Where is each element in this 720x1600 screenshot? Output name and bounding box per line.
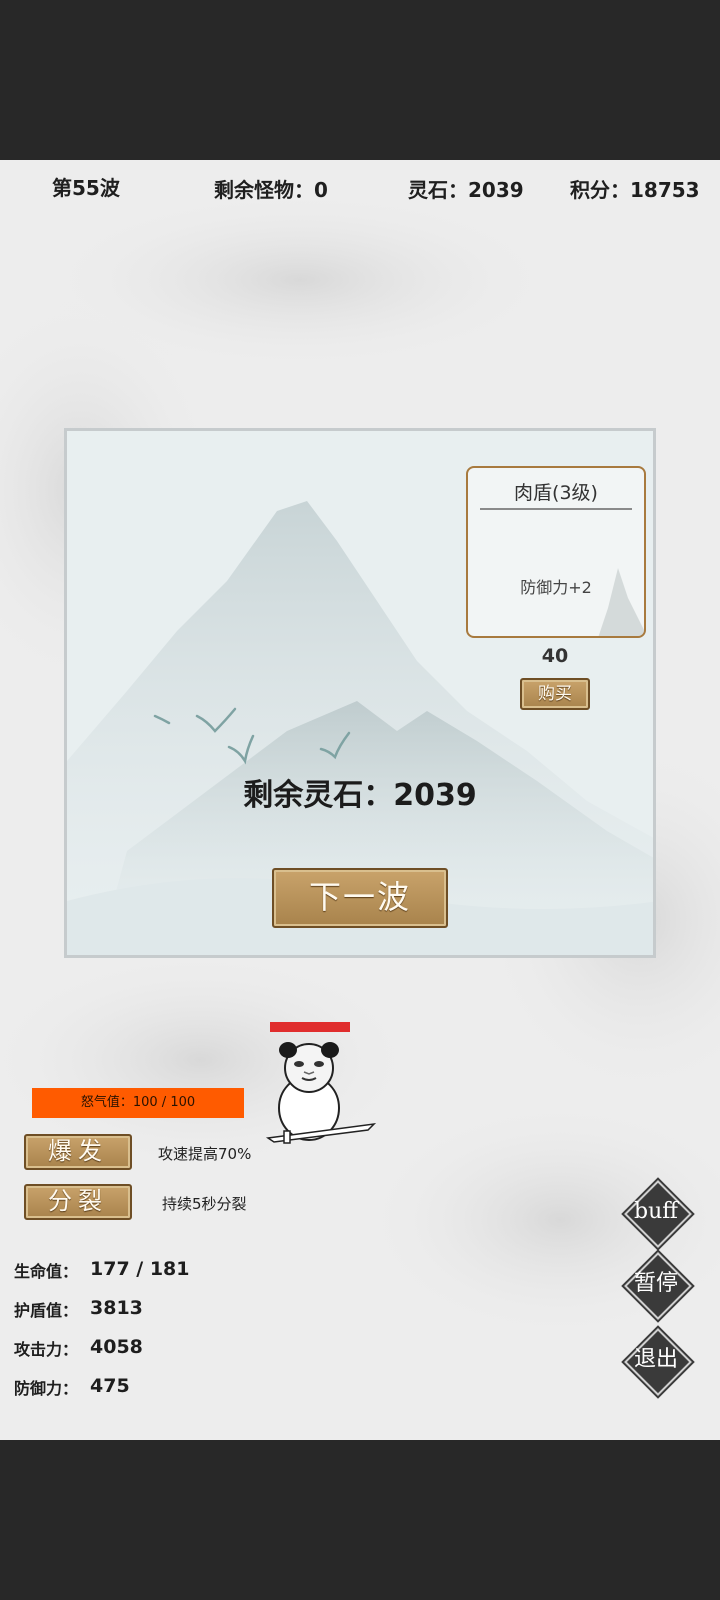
shield-value: 3813 xyxy=(90,1297,143,1319)
split-skill-button[interactable]: 分裂 xyxy=(24,1184,132,1220)
player-hp-bar xyxy=(270,1022,350,1032)
hp-label: 生命值： xyxy=(14,1262,79,1281)
burst-skill-desc: 攻速提高70% xyxy=(158,1145,252,1163)
item-effect: 防御力+2 xyxy=(520,578,592,597)
attack-value: 4058 xyxy=(90,1336,143,1358)
item-divider xyxy=(480,508,632,510)
game-area: 第55波 剩余怪物：0 灵石：2039 积分：18753 肉盾(3级) 防御力+… xyxy=(0,160,720,1440)
item-title: 肉盾(3级) xyxy=(514,482,598,504)
next-wave-button[interactable]: 下一波 xyxy=(272,868,448,928)
pause-button[interactable]: 暂停 xyxy=(624,1252,692,1320)
top-status-bar-area xyxy=(0,0,720,160)
buff-label: buff xyxy=(634,1199,678,1224)
hp-value: 177 / 181 xyxy=(90,1258,190,1280)
buff-button[interactable]: buff xyxy=(624,1180,692,1248)
player-character xyxy=(265,1042,377,1144)
wave-counter: 第55波 xyxy=(52,176,120,200)
defense-label: 防御力： xyxy=(14,1379,79,1398)
item-price: 40 xyxy=(541,645,569,667)
spirit-stones: 灵石：2039 xyxy=(408,178,524,202)
burst-skill-button[interactable]: 爆发 xyxy=(24,1134,132,1170)
attack-label: 攻击力： xyxy=(14,1340,79,1359)
bottom-nav-area xyxy=(0,1440,720,1600)
defense-value: 475 xyxy=(90,1375,130,1397)
remaining-stones: 剩余灵石：2039 xyxy=(243,778,477,813)
card-decor-rock xyxy=(598,568,644,636)
exit-button[interactable]: 退出 xyxy=(624,1328,692,1396)
pause-label: 暂停 xyxy=(633,1271,678,1296)
exit-label: 退出 xyxy=(633,1347,678,1372)
monsters-left: 剩余怪物：0 xyxy=(214,178,328,202)
split-skill-desc: 持续5秒分裂 xyxy=(162,1195,247,1213)
buy-button[interactable]: 购买 xyxy=(520,678,590,710)
score: 积分：18753 xyxy=(570,178,700,202)
rage-bar: 怒气值：100 / 100 xyxy=(32,1088,244,1118)
shop-item-card: 肉盾(3级) 防御力+2 xyxy=(466,466,646,638)
shield-label: 护盾值： xyxy=(14,1301,79,1320)
